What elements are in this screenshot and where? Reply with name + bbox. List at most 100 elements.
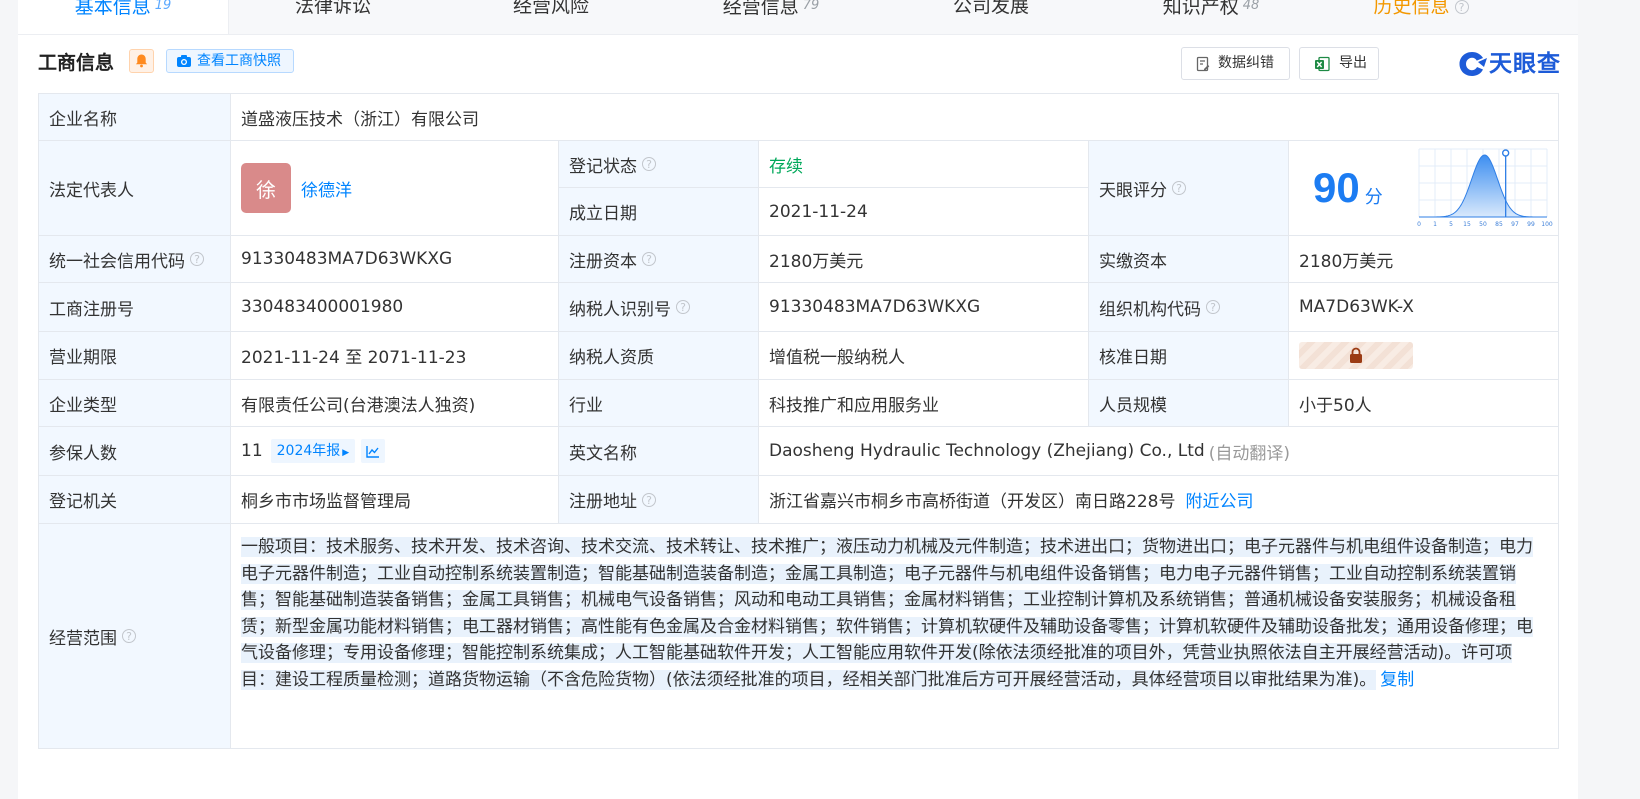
tab-label: 经营信息 bbox=[722, 0, 799, 18]
chart-tick-label: 97 bbox=[1511, 221, 1519, 228]
reg-no-value: 330483400001980 bbox=[231, 283, 559, 332]
bell-icon[interactable] bbox=[129, 49, 154, 73]
logo-icon bbox=[1459, 52, 1487, 76]
taxpayer-id-value: 91330483MA7D63WKXG bbox=[759, 283, 1089, 332]
camera-icon bbox=[177, 55, 191, 67]
org-code-label-cell: 组织机构代码? bbox=[1089, 283, 1289, 332]
legal-rep-label: 法定代表人 bbox=[39, 141, 231, 236]
help-icon[interactable]: ? bbox=[676, 300, 690, 314]
excel-icon bbox=[1315, 56, 1330, 72]
address-label-cell: 注册地址? bbox=[559, 476, 759, 524]
business-scope-value: 一般项目：技术服务、技术开发、技术咨询、技术交流、技术转让、技术推广；液压动力机… bbox=[241, 537, 1533, 690]
score-value: 90 bbox=[1313, 164, 1360, 211]
annual-report-label: 2024年报 bbox=[276, 443, 341, 459]
scope-cell: 一般项目：技术服务、技术开发、技术咨询、技术交流、技术转让、技术推广；液压动力机… bbox=[231, 524, 1559, 749]
tax-qual-label: 纳税人资质 bbox=[559, 332, 759, 380]
reg-status-label-cell: 登记状态? bbox=[559, 141, 759, 188]
legal-rep-link[interactable]: 徐德洋 bbox=[301, 176, 352, 201]
staff-size-label: 人员规模 bbox=[1089, 380, 1289, 427]
scope-label: 经营范围 bbox=[49, 628, 117, 649]
reg-capital-value: 2180万美元 bbox=[759, 236, 1089, 283]
help-icon[interactable]: ? bbox=[190, 252, 204, 266]
help-icon[interactable]: ? bbox=[122, 629, 136, 643]
en-name-value: Daosheng Hydraulic Technology (Zhejiang)… bbox=[769, 441, 1205, 461]
reg-status-value: 存续 bbox=[759, 141, 1089, 188]
tab-ip[interactable]: 知识产权 48 bbox=[1106, 0, 1316, 34]
snapshot-label: 查看工商快照 bbox=[197, 53, 281, 69]
tab-label: 公司发展 bbox=[952, 0, 1029, 17]
help-icon[interactable]: ? bbox=[1172, 181, 1186, 195]
tax-qual-value: 增值税一般纳税人 bbox=[759, 332, 1089, 380]
term-label: 营业期限 bbox=[39, 332, 231, 380]
data-correction-button[interactable]: 数据纠错 bbox=[1181, 47, 1290, 80]
locked-value[interactable] bbox=[1299, 342, 1413, 369]
annual-report-badge[interactable]: 2024年报 ▶ bbox=[270, 439, 356, 463]
tab-development[interactable]: 公司发展 bbox=[886, 0, 1096, 34]
insured-value: 11 bbox=[241, 441, 263, 461]
paid-capital-label: 实缴资本 bbox=[1089, 236, 1289, 283]
tab-basic-info[interactable]: 基本信息 19 bbox=[18, 0, 229, 34]
snapshot-button[interactable]: 查看工商快照 bbox=[166, 49, 294, 73]
authority-value: 桐乡市市场监督管理局 bbox=[231, 476, 559, 524]
tab-history[interactable]: 历史信息? bbox=[1316, 0, 1526, 34]
chart-tick-label: 100 bbox=[1541, 221, 1553, 228]
edit-document-icon bbox=[1196, 56, 1210, 72]
score-unit: 分 bbox=[1364, 187, 1383, 208]
insured-label: 参保人数 bbox=[39, 427, 231, 476]
paid-capital-value: 2180万美元 bbox=[1289, 236, 1559, 283]
term-value: 2021-11-24 至 2071-11-23 bbox=[231, 332, 559, 380]
company-name-value: 道盛液压技术（浙江）有限公司 bbox=[231, 94, 1559, 141]
reg-capital-label: 注册资本 bbox=[569, 251, 637, 272]
tianyancha-logo: 天眼查 bbox=[1458, 50, 1560, 80]
staff-size-value: 小于50人 bbox=[1289, 380, 1559, 427]
help-icon[interactable]: ? bbox=[1454, 0, 1469, 14]
chart-tick-label: 1 bbox=[1433, 221, 1437, 228]
chart-tick-label: 85 bbox=[1495, 221, 1503, 228]
tab-count: 19 bbox=[154, 0, 172, 13]
address-value: 浙江省嘉兴市桐乡市高桥街道（开发区）南日路228号 bbox=[769, 492, 1176, 512]
credit-code-label: 统一社会信用代码 bbox=[49, 251, 185, 272]
auto-translate-note: (自动翻译) bbox=[1208, 443, 1290, 464]
tab-operations[interactable]: 经营信息 79 bbox=[666, 0, 876, 34]
chart-tick-label: 0 bbox=[1417, 221, 1421, 228]
org-code-label: 组织机构代码 bbox=[1099, 299, 1201, 320]
approve-date-cell bbox=[1289, 332, 1559, 380]
score-label-cell: 天眼评分? bbox=[1089, 141, 1289, 236]
copy-link[interactable]: 复制 bbox=[1380, 667, 1414, 694]
trend-chart-icon[interactable] bbox=[361, 439, 386, 463]
tab-label: 基本信息 bbox=[74, 0, 151, 18]
lock-icon bbox=[1350, 347, 1362, 363]
avatar[interactable]: 徐 bbox=[241, 163, 291, 213]
score-label: 天眼评分 bbox=[1099, 180, 1167, 201]
reg-no-label: 工商注册号 bbox=[39, 283, 231, 332]
tab-risk[interactable]: 经营风险 bbox=[446, 0, 656, 34]
tab-legal[interactable]: 法律诉讼 bbox=[228, 0, 438, 34]
chart-tick-label: 15 bbox=[1463, 221, 1471, 228]
legal-rep-cell: 徐 徐德洋 bbox=[231, 141, 559, 236]
en-name-cell: Daosheng Hydraulic Technology (Zhejiang)… bbox=[759, 427, 1559, 476]
logo-text: 天眼查 bbox=[1489, 51, 1561, 77]
nearby-companies-link[interactable]: 附近公司 bbox=[1185, 487, 1253, 512]
approve-date-label: 核准日期 bbox=[1089, 332, 1289, 380]
taxpayer-id-label-cell: 纳税人识别号? bbox=[559, 283, 759, 332]
help-icon[interactable]: ? bbox=[642, 252, 656, 266]
tab-label: 法律诉讼 bbox=[294, 0, 371, 17]
chart-tick-label: 5 bbox=[1449, 221, 1453, 228]
help-icon[interactable]: ? bbox=[642, 492, 656, 507]
org-code-value: MA7D63WK-X bbox=[1289, 283, 1559, 332]
score-cell[interactable]: 90 分 0 1 5 15 50 85 97 99 100 bbox=[1289, 141, 1559, 236]
correction-label: 数据纠错 bbox=[1218, 55, 1274, 71]
export-label: 导出 bbox=[1339, 55, 1367, 71]
help-icon[interactable]: ? bbox=[1206, 300, 1220, 314]
help-icon[interactable]: ? bbox=[642, 157, 656, 171]
reg-capital-label-cell: 注册资本? bbox=[559, 236, 759, 283]
credit-code-value: 91330483MA7D63WKXG bbox=[231, 236, 559, 283]
address-cell: 浙江省嘉兴市桐乡市高桥街道（开发区）南日路228号 附近公司 bbox=[759, 476, 1559, 524]
export-button[interactable]: 导出 bbox=[1299, 47, 1379, 80]
tab-bar: 基本信息 19 法律诉讼 经营风险 经营信息 79 公司发展 知识产权 48 历史信息… bbox=[18, 0, 1578, 35]
chart-tick-label: 50 bbox=[1479, 221, 1487, 228]
industry-value: 科技推广和应用服务业 bbox=[759, 380, 1089, 427]
tab-label: 知识产权 bbox=[1162, 0, 1239, 18]
tab-count: 48 bbox=[1242, 0, 1260, 13]
type-label: 企业类型 bbox=[39, 380, 231, 427]
